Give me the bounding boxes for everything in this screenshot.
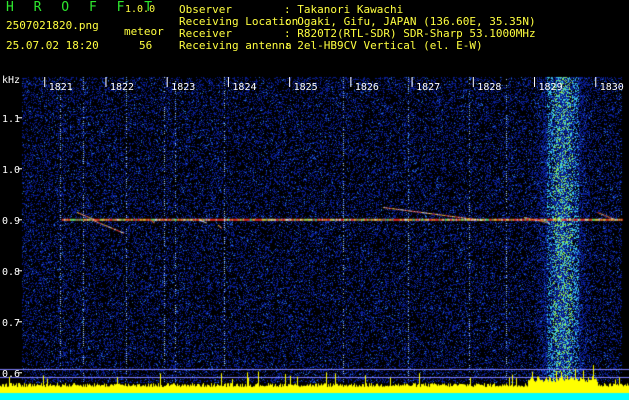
x-tick-label: 1829 xyxy=(539,82,563,93)
x-tick-label: 1824 xyxy=(232,82,256,93)
antenna-label: Receiving antenna xyxy=(179,39,292,52)
y-tick-label: 1.1 xyxy=(2,114,20,125)
y-tick-label: 0.7 xyxy=(2,318,20,329)
spectrogram-plot: kHz 1.1 1.0 0.9 0.8 0.7 0.6 1821 1822 1823 1824 1… xyxy=(0,75,629,400)
y-tick-label: 0.8 xyxy=(2,267,20,278)
x-tick-label: 1826 xyxy=(355,82,379,93)
y-tick-label: 1.0 xyxy=(2,165,20,176)
x-tick-label: 1823 xyxy=(171,82,195,93)
header-panel: H R O F F T 1.0.0 2507021820.png 25.07.0… xyxy=(0,0,629,75)
x-tick-label: 1822 xyxy=(110,82,134,93)
datetime: 25.07.02 18:20 xyxy=(6,39,99,52)
meteor-label: meteor xyxy=(124,25,164,38)
x-tick-label: 1827 xyxy=(416,82,440,93)
app-version: 1.0.0 xyxy=(125,4,156,15)
antenna-value: : 2el-HB9CV Vertical (el. E-W) xyxy=(284,39,483,52)
y-tick-label: 0.6 xyxy=(2,369,20,380)
x-tick-label: 1830 xyxy=(600,82,624,93)
y-axis-label: kHz xyxy=(2,75,20,86)
x-tick-label: 1828 xyxy=(477,82,501,93)
axis-overlay: kHz 1.1 1.0 0.9 0.8 0.7 0.6 1821 1822 1823 1824 1… xyxy=(2,75,624,380)
x-tick-label: 1821 xyxy=(49,82,73,93)
x-tick-label: 1825 xyxy=(294,82,318,93)
file-name: 2507021820.png xyxy=(6,19,99,32)
meteor-count: 56 xyxy=(139,39,153,52)
y-tick-label: 0.9 xyxy=(2,216,20,227)
